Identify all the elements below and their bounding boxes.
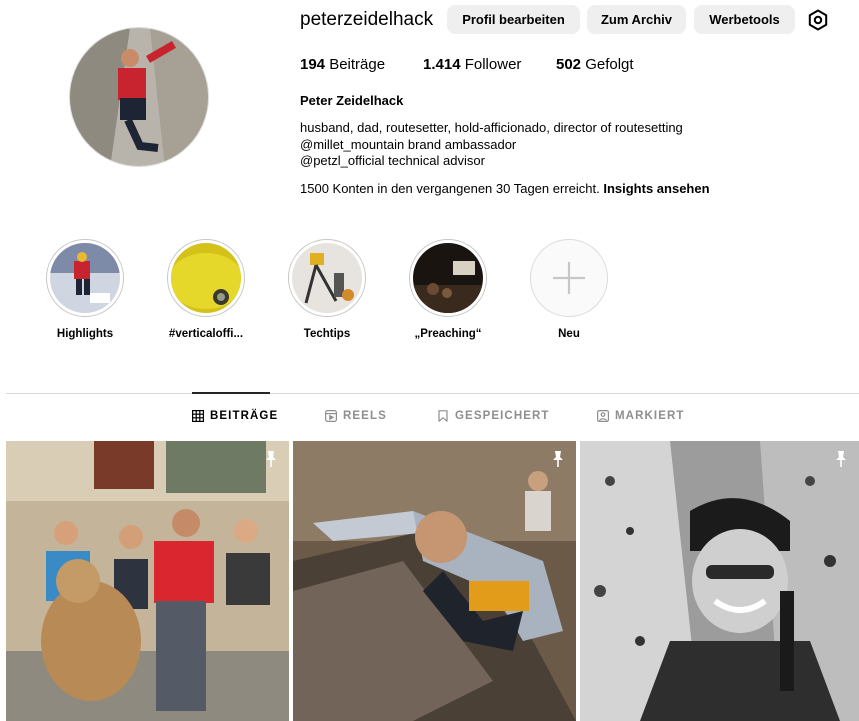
tag-icon [597, 410, 609, 422]
stat-followers[interactable]: 1.414 Follower [423, 56, 556, 74]
new-highlight[interactable]: Neu [509, 239, 629, 340]
highlight-item[interactable]: Highlights [25, 239, 145, 340]
pin-icon [266, 451, 276, 467]
highlight-label: #verticaloffi... [168, 328, 244, 340]
archive-button[interactable]: Zum Archiv [587, 5, 686, 34]
profile-username: peterzeidelhack [300, 9, 434, 30]
tab-tagged[interactable]: MARKIERT [597, 410, 685, 422]
bio-line: @millet_mountain brand ambassador [300, 136, 517, 152]
tab-saved[interactable]: GESPEICHERT [437, 410, 550, 422]
highlight-label: „Preaching“ [414, 328, 482, 340]
gear-icon[interactable] [806, 8, 830, 32]
highlight-label: Neu [558, 328, 580, 340]
new-highlight-button[interactable] [530, 239, 608, 317]
tab-reels[interactable]: REELS [325, 410, 387, 422]
tabs-divider [6, 393, 859, 394]
post-thumbnail[interactable] [6, 441, 289, 721]
highlight-cover[interactable] [167, 239, 245, 317]
insights-link[interactable]: Insights ansehen [603, 181, 709, 196]
grid-icon [192, 410, 204, 422]
highlight-cover[interactable] [409, 239, 487, 317]
highlight-item[interactable]: „Preaching“ [388, 239, 508, 340]
profile-stats: 194 Beiträge 1.414 Follower 502 Gefolgt [300, 56, 634, 74]
stat-following[interactable]: 502 Gefolgt [556, 56, 634, 74]
pin-icon [836, 451, 846, 467]
profile-bio: husband, dad, routesetter, hold-afficion… [300, 120, 683, 170]
plus-icon [553, 262, 585, 294]
post-thumbnail[interactable] [580, 441, 859, 721]
bio-line: @petzl_official technical advisor [300, 153, 485, 168]
pin-icon [553, 451, 563, 467]
edit-profile-button[interactable]: Profil bearbeiten [447, 5, 580, 34]
stat-posts: 194 Beiträge [300, 56, 386, 73]
highlight-item[interactable]: #verticaloffi... [146, 239, 266, 340]
ad-tools-button[interactable]: Werbetools [694, 5, 795, 34]
insights-summary: 1500 Konten in den vergangenen 30 Tagen … [300, 181, 710, 196]
reels-icon [325, 410, 337, 422]
highlight-label: Techtips [303, 328, 351, 340]
tab-posts[interactable]: BEITRÄGE [192, 410, 278, 422]
highlight-cover[interactable] [46, 239, 124, 317]
highlight-item[interactable]: Techtips [267, 239, 387, 340]
profile-avatar[interactable] [69, 27, 209, 167]
bio-line: husband, dad, routesetter, hold-afficion… [300, 120, 683, 135]
post-thumbnail[interactable] [293, 441, 576, 721]
highlight-cover[interactable] [288, 239, 366, 317]
bookmark-icon [438, 410, 448, 422]
highlight-label: Highlights [56, 328, 114, 340]
profile-full-name: Peter Zeidelhack [300, 93, 404, 108]
active-tab-indicator [192, 392, 270, 394]
